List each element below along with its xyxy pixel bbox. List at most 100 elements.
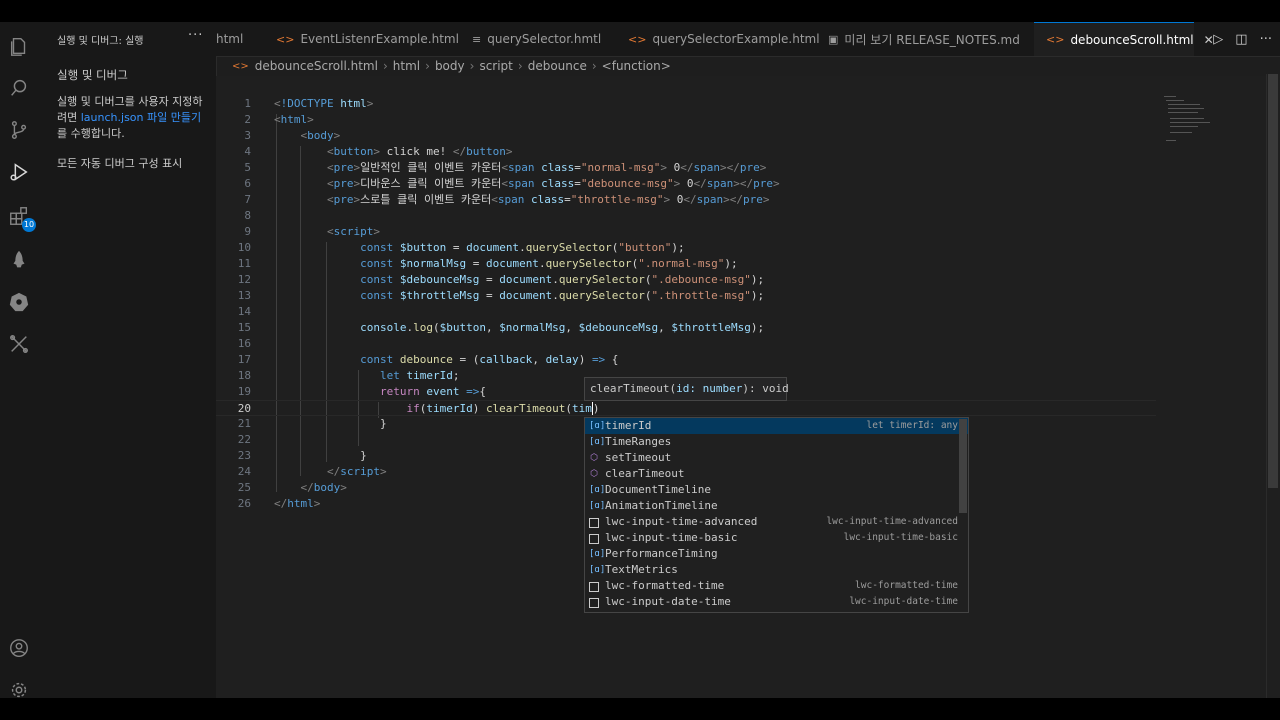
tab-label: html (216, 32, 244, 46)
tab-queryselector-hmtl[interactable]: ≡ querySelector.hmtl (472, 22, 602, 56)
tab-html[interactable]: html (216, 22, 272, 56)
tab-eventlistenr-example[interactable]: <> EventListenrExample.html (276, 22, 459, 56)
suggestion-item[interactable]: [ɑ] AnimationTimeline (585, 498, 968, 514)
variable-icon: [ɑ] (589, 437, 606, 447)
line-number: 19 (237, 385, 251, 398)
search-icon[interactable] (5, 74, 33, 102)
breadcrumb-item[interactable]: debounceScroll.html (255, 59, 378, 73)
editor-tabs: html <> EventListenrExample.html ≡ query… (216, 22, 1280, 57)
create-launch-json-link[interactable]: launch.json 파일 만들기 (81, 111, 201, 124)
snippet-icon (589, 598, 599, 608)
settings-icon[interactable] (5, 676, 33, 698)
line-number: 9 (244, 225, 251, 238)
kubernetes-icon[interactable] (5, 288, 33, 316)
suggestion-detail: lwc-input-time-advanced (826, 516, 958, 527)
code-line: 9 <script> (216, 224, 1156, 240)
code-text: console.log($button, $normalMsg, $deboun… (360, 321, 765, 334)
chevron-right-icon: › (591, 59, 597, 73)
snippet-icon (589, 534, 599, 544)
source-control-icon[interactable] (5, 116, 33, 144)
suggestion-item[interactable]: [ɑ] TimeRanges (585, 434, 968, 450)
suggestion-item[interactable]: [ɑ] TextMetrics (585, 562, 968, 578)
line-number: 11 (237, 257, 251, 270)
suggestion-label: TextMetrics (605, 563, 678, 576)
minimap[interactable] (1164, 96, 1214, 146)
hint-prefix: clearTimeout( (590, 382, 677, 395)
close-icon[interactable]: ✕ (1204, 33, 1214, 47)
line-number: 2 (244, 113, 251, 126)
html-file-icon: <> (1046, 33, 1065, 46)
rocket-icon[interactable] (5, 246, 33, 274)
tab-queryselector-example[interactable]: <> querySelectorExample.html (628, 22, 820, 56)
breadcrumb-item[interactable]: <function> (602, 59, 671, 73)
suggestion-label: lwc-formatted-time (605, 579, 725, 592)
suggestion-label: lwc-input-time-basic (605, 531, 738, 544)
suggestion-item[interactable]: [ɑ] timerId let timerId: any (585, 418, 968, 434)
code-text: const $normalMsg = document.querySelecto… (360, 257, 738, 270)
remote-tools-icon[interactable] (5, 330, 33, 358)
variable-icon: [ɑ] (589, 501, 606, 511)
scrollbar-thumb[interactable] (1268, 74, 1278, 488)
line-number: 21 (237, 417, 251, 430)
code-text: const $debounceMsg = document.querySelec… (360, 273, 765, 286)
code-line: 7 <pre>스로틀 클릭 이벤트 카운터<span class="thrott… (216, 192, 1156, 208)
tab-debouncescroll-active[interactable]: <> debounceScroll.html ✕ (1034, 22, 1214, 56)
snippet-icon (589, 582, 599, 592)
suggestion-item[interactable]: [ɑ] DocumentTimeline (585, 482, 968, 498)
code-text: </body> (300, 481, 347, 494)
run-debug-icon[interactable] (5, 158, 33, 186)
chevron-right-icon: › (469, 59, 475, 73)
line-number: 4 (244, 145, 251, 158)
breadcrumb-item[interactable]: debounce (528, 59, 587, 73)
code-line: 5 <pre>일반적인 클릭 이벤트 카운터<span class="norma… (216, 160, 1156, 176)
more-actions-icon[interactable]: ··· (188, 28, 203, 43)
tab-label: debounceScroll.html (1070, 32, 1194, 47)
suggestions-scrollbar[interactable] (959, 419, 967, 513)
suggestion-item[interactable]: lwc-input-time-basic lwc-input-time-basic (585, 530, 968, 546)
suggestion-label: AnimationTimeline (605, 499, 718, 512)
code-line: 15 console.log($button, $normalMsg, $deb… (216, 320, 1156, 336)
show-all-debug-configs-link[interactable]: 모든 자동 디버그 구성 표시 (57, 155, 182, 171)
tab-release-notes-preview[interactable]: ▣ 미리 보기 RELEASE_NOTES.md (828, 22, 1028, 56)
more-actions-icon[interactable]: ··· (1260, 32, 1272, 47)
code-line: 1 <!DOCTYPE html> (216, 96, 1156, 112)
code-text: <body> (300, 129, 341, 142)
account-icon[interactable] (5, 634, 33, 662)
code-line: 13 const $throttleMsg = document.querySe… (216, 288, 1156, 304)
suggestion-item[interactable]: ⬡ clearTimeout (585, 466, 968, 482)
tab-label: EventListenrExample.html (300, 32, 459, 46)
line-number: 8 (244, 209, 251, 222)
extensions-icon[interactable]: 10 (5, 202, 36, 232)
breadcrumb-item[interactable]: script (479, 59, 512, 73)
files-icon[interactable] (5, 32, 33, 60)
snippet-icon (589, 518, 599, 528)
editor-actions: ▷ ◫ ··· (1213, 22, 1272, 56)
breadcrumb-item[interactable]: html (393, 59, 420, 73)
suggestion-item[interactable]: lwc-input-time-advanced lwc-input-time-ad… (585, 514, 968, 530)
tab-label: 미리 보기 RELEASE_NOTES.md (844, 32, 1020, 47)
suggestion-item[interactable]: [ɑ] PerformanceTiming (585, 546, 968, 562)
suggestion-detail: lwc-formatted-time (855, 580, 958, 591)
split-editor-icon[interactable]: ◫ (1235, 32, 1247, 47)
suggestion-item[interactable]: lwc-input-date-time lwc-input-date-time (585, 594, 968, 610)
suggestion-item[interactable]: ⬡ setTimeout (585, 450, 968, 466)
variable-icon: [ɑ] (589, 565, 606, 575)
code-line: 2 <html> (216, 112, 1156, 128)
code-text: <pre>일반적인 클릭 이벤트 카운터<span class="normal-… (326, 161, 767, 174)
run-icon[interactable]: ▷ (1213, 32, 1223, 47)
code-text: <button> click me! </button> (326, 145, 513, 158)
vscode-window: 10 실행 및 디버그: 실행 ··· 실행 및 디버그 실행 및 디버그를 사… (0, 22, 1280, 698)
code-text: <!DOCTYPE html> (274, 97, 374, 110)
line-number: 1 (244, 97, 251, 110)
suggestion-detail: lwc-input-time-basic (843, 532, 958, 543)
code-text: const $button = document.querySelector("… (360, 241, 685, 254)
code-text: <html> (274, 113, 314, 126)
code-text: <pre>스로틀 클릭 이벤트 카운터<span class="throttle… (326, 193, 770, 206)
code-text: } (274, 417, 387, 430)
line-number: 13 (237, 289, 251, 302)
breadcrumb-item[interactable]: body (435, 59, 465, 73)
suggestion-item[interactable]: lwc-formatted-time lwc-formatted-time (585, 578, 968, 594)
line-number: 20 (237, 402, 251, 415)
suggestion-label: clearTimeout (605, 467, 685, 480)
run-debug-sidebar: 실행 및 디버그: 실행 ··· 실행 및 디버그 실행 및 디버그를 사용자 … (38, 22, 217, 698)
